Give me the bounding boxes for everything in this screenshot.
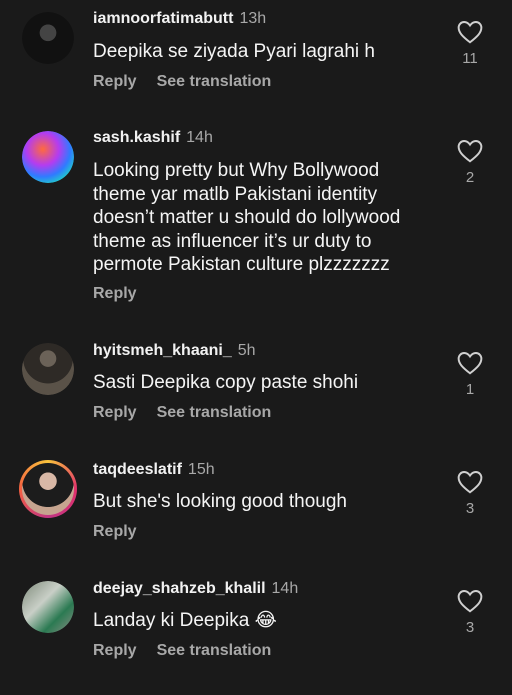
heart-icon[interactable] xyxy=(457,470,483,494)
comment-actions: Reply xyxy=(93,285,157,303)
avatar[interactable] xyxy=(22,343,74,395)
comment-actions: Reply See translation xyxy=(93,404,291,422)
avatar[interactable] xyxy=(22,581,74,633)
comment-timestamp: 14h xyxy=(186,129,213,146)
comment-username[interactable]: deejay_shahzeb_khalil 14h xyxy=(93,580,298,598)
comment-username[interactable]: sash.kashif 14h xyxy=(93,129,213,147)
see-translation-button[interactable]: See translation xyxy=(157,73,272,90)
like-control: 11 xyxy=(456,20,484,67)
comment-text: Sasti Deepika copy paste shohi xyxy=(93,372,359,393)
reply-button[interactable]: Reply xyxy=(93,285,137,302)
comment-text: But she's looking good though xyxy=(93,491,347,512)
heart-icon[interactable] xyxy=(457,20,483,44)
comment-actions: Reply xyxy=(93,523,157,541)
see-translation-button[interactable]: See translation xyxy=(157,404,272,421)
like-count: 3 xyxy=(465,500,475,517)
comment-timestamp: 15h xyxy=(187,461,215,478)
like-count: 3 xyxy=(465,619,475,636)
comment-actions: Reply See translation xyxy=(93,642,291,660)
comment-username[interactable]: taqdeeslatif 15h xyxy=(93,461,215,479)
comment-actions: Reply See translation xyxy=(93,73,291,91)
like-control: 2 xyxy=(456,139,484,186)
like-count: 1 xyxy=(465,381,475,398)
comment-text: Landay ki Deepika 😂 xyxy=(93,610,277,631)
avatar[interactable] xyxy=(22,12,74,64)
comment-text: Deepika se ziyada Pyari lagrahi h xyxy=(93,41,375,62)
heart-icon[interactable] xyxy=(457,351,483,375)
reply-button[interactable]: Reply xyxy=(93,404,137,421)
see-translation-button[interactable]: See translation xyxy=(157,642,272,659)
comment-text: Looking pretty but Why Bollywood theme y… xyxy=(93,160,401,275)
comment-username[interactable]: iamnoorfatimabutt 13h xyxy=(93,10,266,28)
like-count: 2 xyxy=(465,169,475,186)
comment-timestamp: 13h xyxy=(239,10,267,27)
like-control: 1 xyxy=(456,351,484,398)
reply-button[interactable]: Reply xyxy=(93,73,137,90)
avatar[interactable] xyxy=(22,131,74,183)
comment-username[interactable]: hyitsmeh_khaani_ 5h xyxy=(93,342,256,360)
heart-icon[interactable] xyxy=(457,589,483,613)
avatar[interactable] xyxy=(19,460,77,518)
like-control: 3 xyxy=(456,470,484,517)
reply-button[interactable]: Reply xyxy=(93,523,137,540)
like-count: 11 xyxy=(462,50,478,67)
comment-timestamp: 5h xyxy=(237,342,256,359)
reply-button[interactable]: Reply xyxy=(93,642,137,659)
like-control: 3 xyxy=(456,589,484,636)
comment-timestamp: 14h xyxy=(271,580,299,597)
heart-icon[interactable] xyxy=(457,139,483,163)
